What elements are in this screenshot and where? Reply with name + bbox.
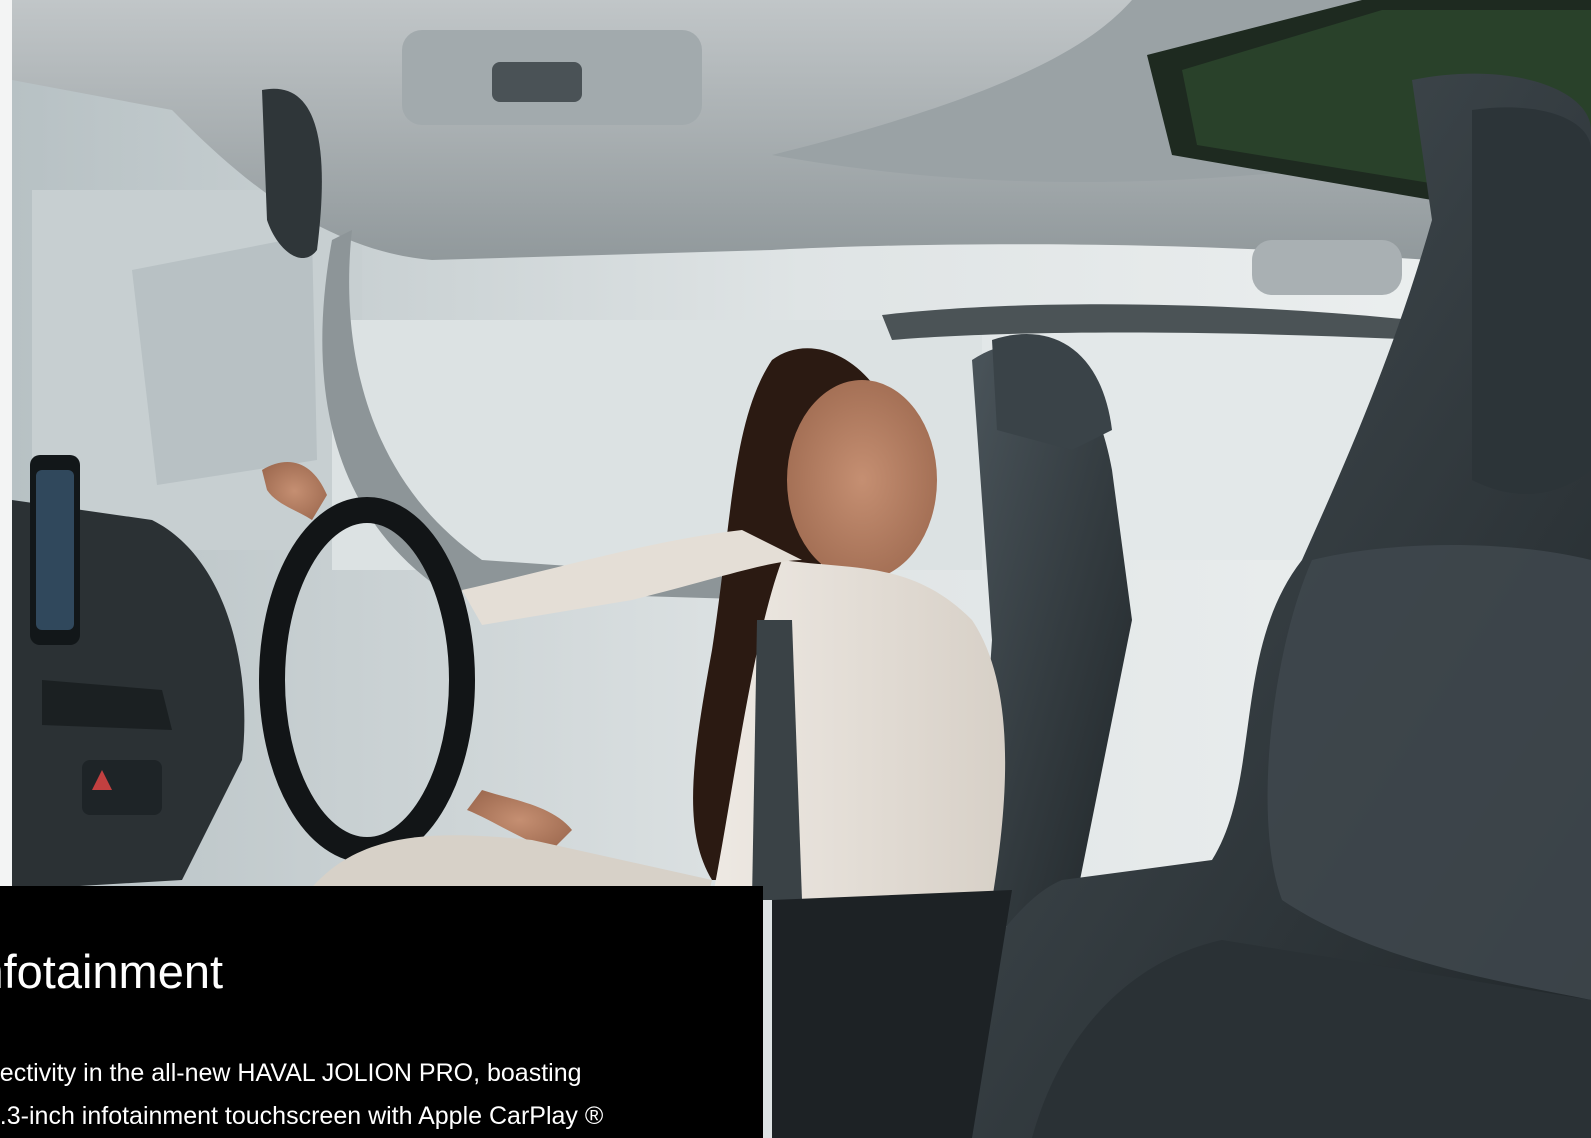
caption-body: nnectivity in the all-new HAVAL JOLION P… — [0, 1052, 732, 1138]
caption-body-line-1: nnectivity in the all-new HAVAL JOLION P… — [0, 1059, 582, 1087]
caption-title: infotainment — [0, 945, 224, 998]
hero-section: infotainment nnectivity in the all-new H… — [0, 0, 1591, 1138]
caption-body-line-2: 12.3-inch infotainment touchscreen with … — [0, 1102, 604, 1130]
